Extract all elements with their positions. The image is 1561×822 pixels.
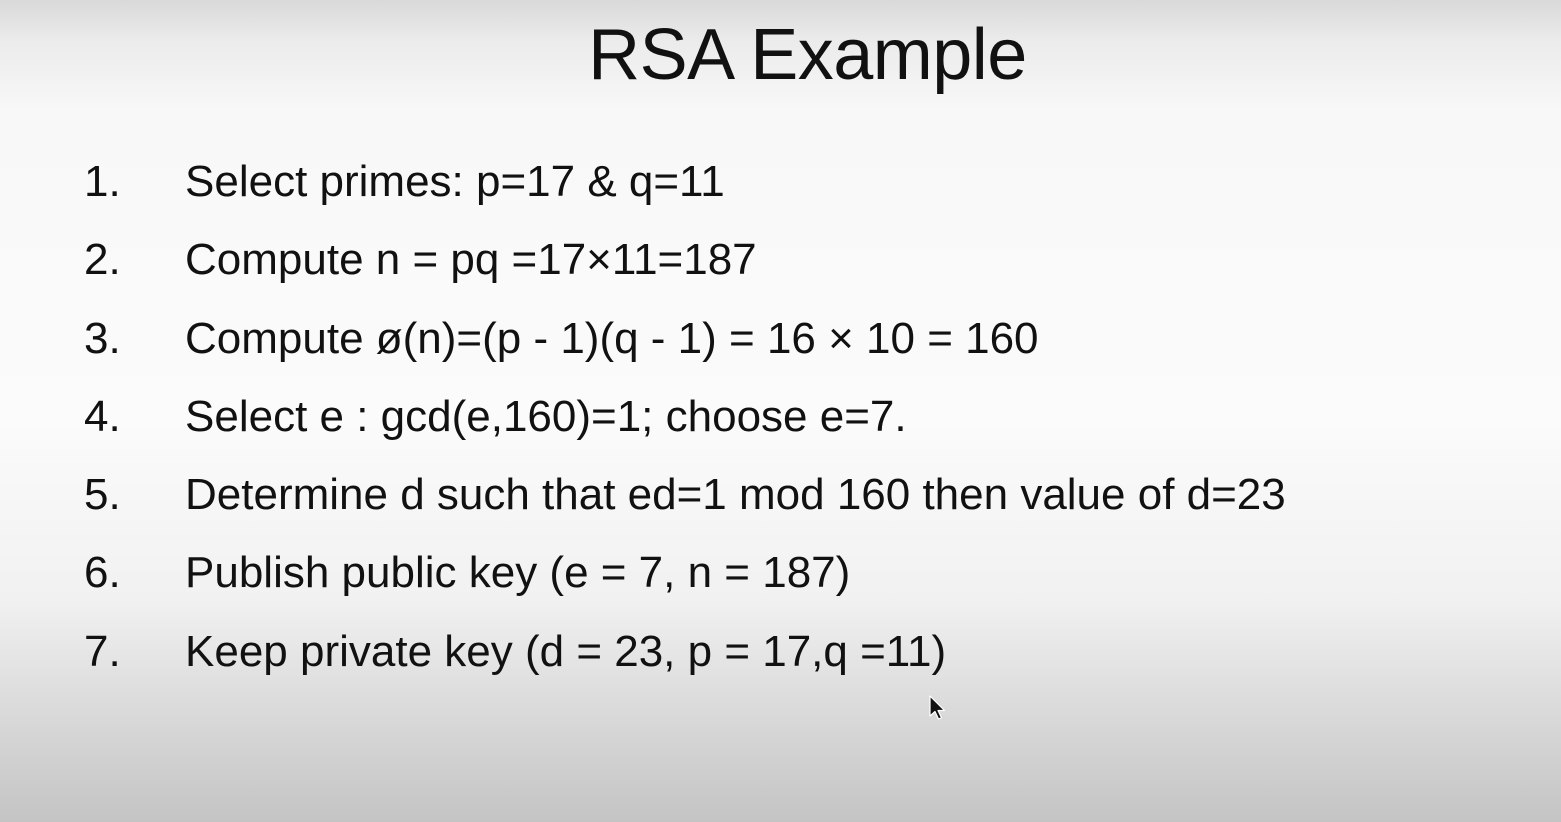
step-number: 1. bbox=[84, 157, 121, 206]
slide: RSA Example 1. Select primes: p=17 & q=1… bbox=[0, 0, 1561, 822]
step-text: Keep private key (d = 23, p = 17,q =11) bbox=[185, 626, 947, 676]
list-item: 1. Select primes: p=17 & q=11 bbox=[0, 143, 1561, 221]
list-item: 3. Compute ø(n)=(p - 1)(q - 1) = 16 × 10… bbox=[0, 300, 1561, 378]
step-text: Select e : gcd(e,160)=1; choose e=7. bbox=[185, 391, 907, 441]
step-text: Compute ø(n)=(p - 1)(q - 1) = 16 × 10 = … bbox=[185, 313, 1039, 363]
step-text: Compute n = pq =17×11=187 bbox=[185, 235, 757, 285]
list-item: 2. Compute n = pq =17×11=187 bbox=[0, 221, 1561, 299]
step-number: 7. bbox=[84, 626, 121, 676]
step-text: Publish public key (e = 7, n = 187) bbox=[185, 548, 851, 598]
step-number: 6. bbox=[84, 548, 121, 598]
mouse-pointer-icon bbox=[929, 695, 946, 720]
list-item: 5. Determine d such that ed=1 mod 160 th… bbox=[0, 456, 1561, 534]
slide-title: RSA Example bbox=[588, 15, 1027, 95]
list-item: 6. Publish public key (e = 7, n = 187) bbox=[0, 534, 1561, 612]
step-number: 5. bbox=[84, 470, 121, 520]
list-item: 7. Keep private key (d = 23, p = 17,q =1… bbox=[0, 613, 1561, 691]
step-number: 4. bbox=[84, 391, 121, 441]
list-item: 4. Select e : gcd(e,160)=1; choose e=7. bbox=[0, 378, 1561, 456]
steps-list: 1. Select primes: p=17 & q=11 2. Compute… bbox=[0, 143, 1561, 691]
step-text: Select primes: p=17 & q=11 bbox=[185, 157, 725, 206]
step-text: Determine d such that ed=1 mod 160 then … bbox=[185, 470, 1286, 520]
step-number: 3. bbox=[84, 313, 121, 363]
step-number: 2. bbox=[84, 235, 121, 285]
